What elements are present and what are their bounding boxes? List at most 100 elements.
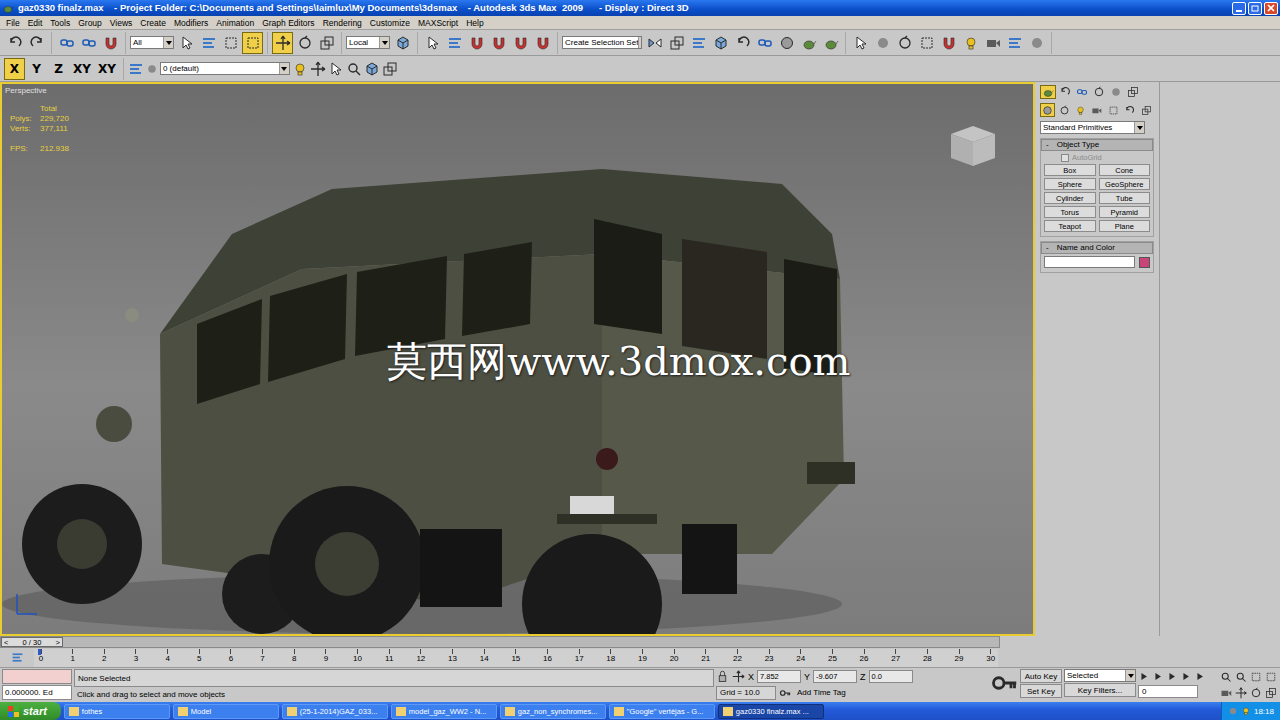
region-fence-button[interactable] (916, 32, 937, 54)
primitive-button[interactable]: GeoSphere (1099, 178, 1151, 190)
key-filters-button[interactable]: Key Filters... (1064, 683, 1136, 697)
time-slider-handle[interactable]: <0 / 30> (1, 637, 63, 647)
rollout-header[interactable]: -Object Type (1041, 139, 1153, 151)
lasso-button[interactable] (894, 32, 915, 54)
maxscript-output[interactable]: 0.000000. Ed (2, 685, 72, 700)
viewport-label[interactable]: Perspective (5, 86, 47, 95)
primitive-button[interactable]: Pyramid (1099, 206, 1151, 218)
close-button[interactable] (1264, 2, 1278, 15)
align-button[interactable] (666, 32, 687, 54)
primitive-button[interactable]: Box (1044, 164, 1096, 176)
category-button[interactable] (1040, 103, 1055, 117)
select-and-link-button[interactable] (56, 32, 77, 54)
panel-tab[interactable] (1108, 85, 1124, 99)
menu-item[interactable]: Animation (212, 16, 258, 30)
render-setup-button[interactable] (798, 32, 819, 54)
select-and-move-button[interactable] (272, 32, 293, 54)
primitive-button[interactable]: Torus (1044, 206, 1096, 218)
maxscript-listener[interactable] (2, 669, 72, 684)
axis-button[interactable]: X (4, 58, 25, 80)
panel-tab[interactable] (1091, 85, 1107, 99)
select-by-name-button[interactable] (198, 32, 219, 54)
set-key-button[interactable]: Set Key (1020, 684, 1062, 698)
schematic-view-button[interactable] (754, 32, 775, 54)
menu-item[interactable]: Group (74, 16, 106, 30)
panel-tab[interactable] (1074, 85, 1090, 99)
key-mode-dropdown[interactable]: Selected (1064, 669, 1136, 682)
menu-item[interactable]: Views (106, 16, 137, 30)
menu-item[interactable]: Tools (46, 16, 74, 30)
named-selection-dropdown[interactable]: Create Selection Set (562, 36, 642, 49)
auto-key-button[interactable]: Auto Key (1020, 669, 1062, 683)
undo-button[interactable] (4, 32, 25, 54)
taskbar-item[interactable]: Model (173, 704, 279, 719)
paint-selection-button[interactable] (872, 32, 893, 54)
graphite-button[interactable] (710, 32, 731, 54)
axis-button[interactable]: Y (26, 58, 47, 80)
category-button[interactable] (1106, 103, 1121, 117)
primitive-button[interactable]: Plane (1099, 220, 1151, 232)
taskbar-item[interactable]: gaz_non_synchromes... (500, 704, 606, 719)
bind-space-warp-button[interactable] (100, 32, 121, 54)
category-button[interactable] (1073, 103, 1088, 117)
category-button[interactable] (1056, 103, 1071, 117)
current-frame-field[interactable]: 0 (1138, 685, 1198, 698)
layer-dropdown[interactable]: 0 (default) (160, 62, 290, 75)
axis-button[interactable]: XY (70, 58, 94, 80)
camera-button[interactable] (982, 32, 1003, 54)
unlink-button[interactable] (78, 32, 99, 54)
select-tool-button[interactable] (850, 32, 871, 54)
selection-filter-dropdown[interactable]: All (130, 36, 174, 49)
curve-editor-button[interactable] (732, 32, 753, 54)
panel-tab[interactable] (1040, 85, 1056, 99)
snaps-toggle-button[interactable] (466, 32, 487, 54)
select-object-button[interactable] (176, 32, 197, 54)
scene-explorer-button[interactable] (1004, 32, 1025, 54)
category-button[interactable] (1139, 103, 1154, 117)
minimize-button[interactable] (1232, 2, 1246, 15)
spinner-snap-button[interactable] (532, 32, 553, 54)
menu-item[interactable]: Customize (366, 16, 414, 30)
menu-item[interactable]: Edit (24, 16, 47, 30)
start-button[interactable]: start (0, 702, 61, 720)
select-and-scale-button[interactable] (316, 32, 337, 54)
perspective-viewport[interactable]: PerspectiveTotalPolys:229,720Verts:377,1… (0, 82, 1035, 636)
panel-tab[interactable] (1125, 85, 1141, 99)
primitive-button[interactable]: Sphere (1044, 178, 1096, 190)
material-editor-button[interactable] (776, 32, 797, 54)
view-cube-icon[interactable] (947, 124, 999, 168)
menu-item[interactable]: Help (462, 16, 487, 30)
primitive-button[interactable]: Tube (1099, 192, 1151, 204)
category-dropdown[interactable]: Standard Primitives (1040, 121, 1145, 134)
taskbar-item[interactable]: "Google" vertėjas - G... (609, 704, 715, 719)
taskbar-item[interactable]: model_gaz_WW2 - N... (391, 704, 497, 719)
mirror-button[interactable] (644, 32, 665, 54)
taskbar-item[interactable]: (25-1-2014)GAZ_033... (282, 704, 388, 719)
panel-tab[interactable] (1057, 85, 1073, 99)
percent-snap-button[interactable] (510, 32, 531, 54)
track-ticks[interactable]: 0123456789101112131415161718192021222324… (34, 649, 998, 667)
window-crossing-button[interactable] (242, 32, 263, 54)
axis-button[interactable]: XY (95, 58, 119, 80)
time-slider[interactable]: <0 / 30> (0, 636, 1000, 648)
primitive-button[interactable]: Teapot (1044, 220, 1096, 232)
autogrid-checkbox[interactable]: AutoGrid (1041, 153, 1153, 162)
rectangular-region-button[interactable] (220, 32, 241, 54)
keyboard-shortcut-button[interactable] (444, 32, 465, 54)
add-time-tag[interactable]: Add Time Tag (794, 686, 849, 699)
pivot-center-button[interactable] (392, 32, 413, 54)
menu-item[interactable]: Graph Editors (258, 16, 318, 30)
name-field[interactable] (1044, 256, 1135, 268)
snap-mode-button[interactable] (938, 32, 959, 54)
menu-item[interactable]: MAXScript (414, 16, 462, 30)
reference-coordinate-dropdown[interactable]: Local (346, 36, 390, 49)
light-lister-button[interactable] (960, 32, 981, 54)
taskbar-item[interactable]: fothes (64, 704, 170, 719)
clock[interactable]: 18:18 (1254, 707, 1274, 716)
category-button[interactable] (1122, 103, 1137, 117)
manipulate-button[interactable] (422, 32, 443, 54)
color-swatch[interactable] (1139, 257, 1150, 268)
layer-manager-button[interactable] (688, 32, 709, 54)
primitive-button[interactable]: Cone (1099, 164, 1151, 176)
menu-item[interactable]: Create (136, 16, 170, 30)
